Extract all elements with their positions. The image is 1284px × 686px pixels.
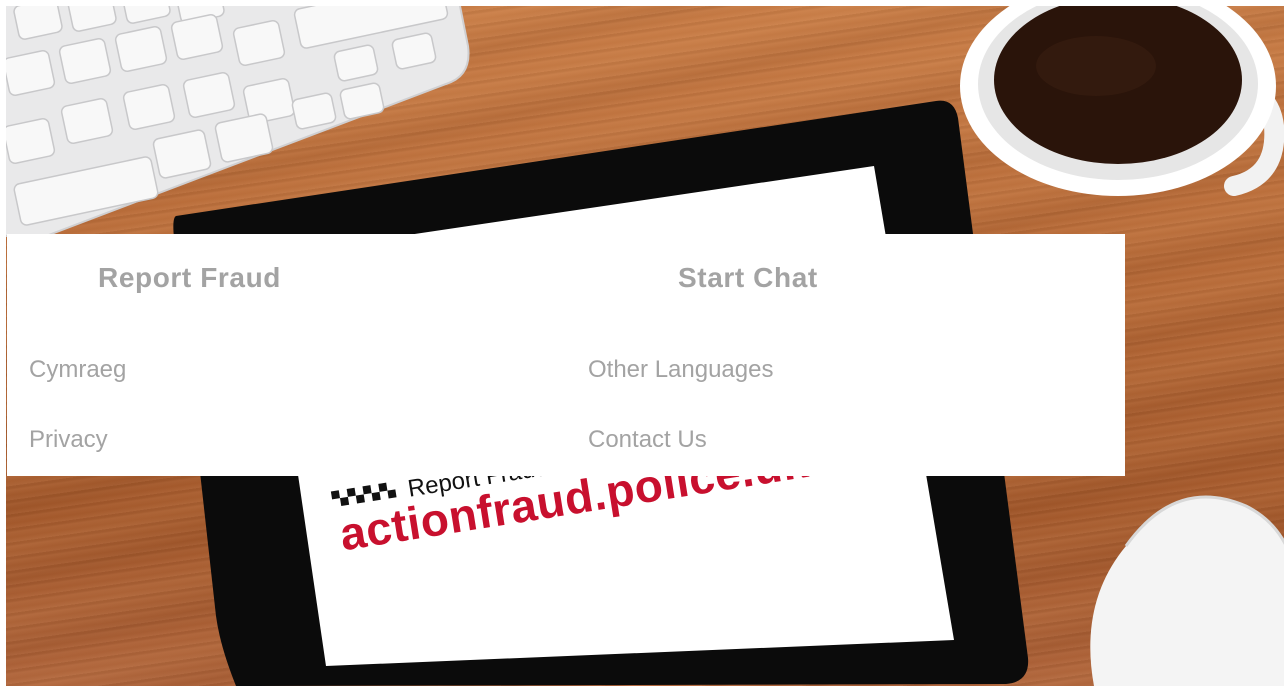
report-fraud-link[interactable]: Report Fraud	[98, 262, 281, 294]
coffee-cup-image	[960, 6, 1284, 196]
page: Report Fraud actionfraud.police.uk Repor…	[0, 0, 1284, 686]
cymraeg-link[interactable]: Cymraeg	[29, 356, 126, 384]
other-languages-link[interactable]: Other Languages	[588, 356, 773, 384]
privacy-link[interactable]: Privacy	[29, 426, 108, 454]
contact-us-link[interactable]: Contact Us	[588, 426, 707, 454]
mouse-image	[1090, 495, 1284, 686]
start-chat-link[interactable]: Start Chat	[678, 262, 818, 294]
menu-panel: Report Fraud Start Chat Cymraeg Other La…	[7, 234, 1125, 476]
